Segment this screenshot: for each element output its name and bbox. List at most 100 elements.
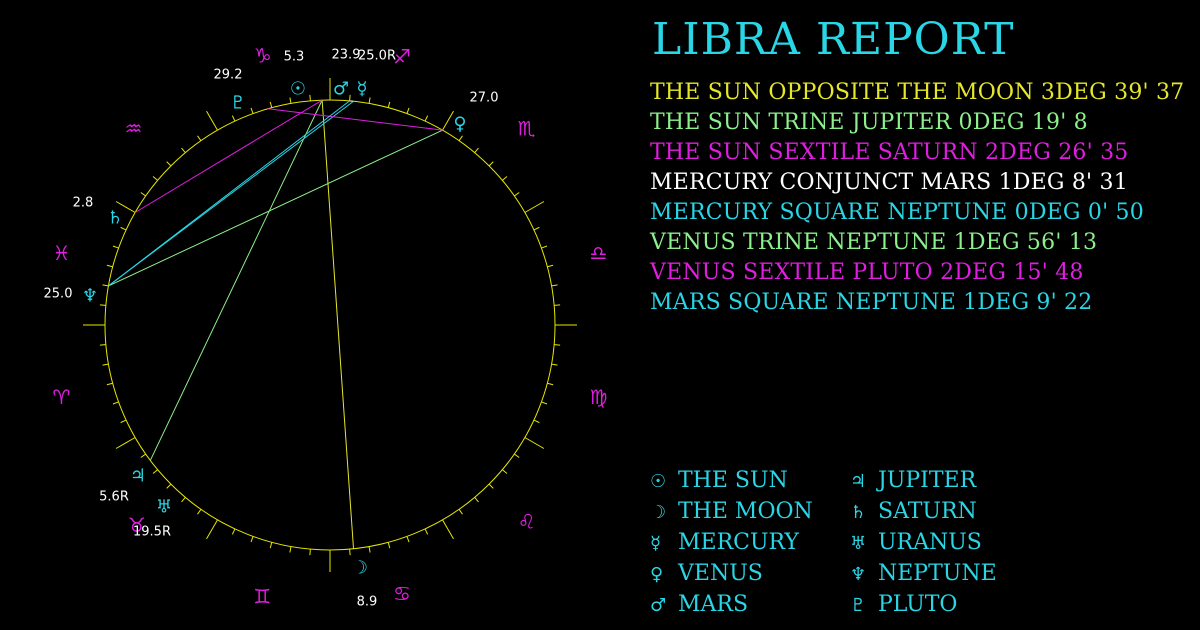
uranus-icon: ♅: [156, 497, 172, 518]
uranus-degree-label: 19.5R: [133, 525, 171, 540]
degree-tick: [551, 284, 558, 287]
degree-tick: [442, 519, 454, 540]
degree-tick: [458, 509, 463, 515]
aspect-line-sun-moon: [321, 100, 355, 549]
legend-label: SATURN: [878, 499, 977, 524]
degree-tick: [349, 549, 351, 556]
legend-item: ☽ THE MOON: [650, 497, 850, 528]
pluto-icon: ♇: [850, 595, 867, 616]
degree-tick: [551, 363, 558, 366]
degree-tick: [181, 147, 186, 153]
degree-tick: [514, 453, 520, 458]
degree-tick: [231, 115, 236, 122]
degree-tick: [474, 147, 479, 153]
degree-tick: [541, 401, 548, 405]
degree-tick: [424, 528, 429, 535]
aspect-line-venus-neptune: [108, 129, 443, 287]
degree-tick: [152, 176, 158, 181]
planet-legend: ☉ THE SUN ♃ JUPITER ☽ THE MOON ♄ SATURN ☿ MER…: [650, 466, 1050, 621]
venus-icon: ♀: [453, 114, 466, 135]
natal-chart-wheel: ♑ ♐♏♎♍♌♋♊♉♈♓♒ ☉5.3♂23.9☿25.0R♇29.2♀27.0♄2…: [44, 43, 608, 610]
degree-tick: [120, 419, 127, 424]
degree-tick: [206, 519, 218, 540]
mercury-icon: ☿: [650, 533, 662, 554]
legend-item: ♀ VENUS: [650, 559, 850, 590]
legend-label: THE SUN: [678, 468, 788, 493]
legend-item: ♇ PLUTO: [850, 590, 1050, 621]
saturn-icon: ♄: [107, 208, 123, 229]
saturn-icon: ♄: [850, 502, 867, 523]
legend-item: ♆ NEPTUNE: [850, 559, 1050, 590]
legend-item: ☿ MERCURY: [650, 528, 850, 559]
aspect-line-sun-jupiter: [149, 99, 323, 461]
pluto-icon: ♇: [230, 93, 246, 114]
aspect-lines: [108, 99, 443, 549]
legend-label: NEPTUNE: [878, 561, 997, 586]
jupiter-degree-label: 5.6R: [99, 490, 129, 505]
degree-tick: [406, 107, 410, 114]
degree-tick: [166, 483, 172, 489]
planet-markers: ☉ 5.3 ♂ 23.9 ☿ 25.0R ♇ 29.2 ♀ 27.0 ♄ 2.8 ♆ 25.0 ♃5.6R ♅…: [44, 48, 499, 610]
legend-label: MERCURY: [678, 530, 799, 555]
aries-icon: ♈: [53, 385, 71, 409]
cancer-icon: ♋: [393, 582, 411, 606]
chart-circle: [104, 99, 556, 551]
legend-label: MARS: [678, 592, 749, 617]
degree-tick: [112, 245, 119, 249]
legend-label: URANUS: [878, 530, 982, 555]
degree-tick: [424, 115, 429, 122]
sun-degree-label: 5.3: [284, 50, 305, 65]
degree-tick: [140, 453, 146, 458]
aspect-item: VENUS SEXTILE PLUTO 2DEG 15' 48: [650, 260, 1084, 285]
legend-label: THE MOON: [678, 499, 813, 524]
legend-label: VENUS: [678, 561, 763, 586]
legend-label: JUPITER: [878, 468, 977, 493]
degree-tick: [102, 363, 109, 366]
aspect-item: THE SUN OPPOSITE THE MOON 3DEG 39' 37: [650, 80, 1185, 105]
aspect-list: THE SUN OPPOSITE THE MOON 3DEG 39' 37 TH…: [650, 78, 1184, 318]
degree-tick: [541, 245, 548, 249]
degree-tick: [269, 542, 273, 549]
degree-tick: [269, 101, 273, 108]
legend-item: ♃ JUPITER: [850, 466, 1050, 497]
degree-tick: [547, 264, 554, 268]
jupiter-icon: ♃: [850, 471, 867, 492]
degree-tick: [368, 97, 371, 104]
moon-icon: ☽: [650, 502, 667, 523]
aspect-item: THE SUN SEXTILE SATURN 2DEG 26' 35: [650, 140, 1129, 165]
mercury-icon: ☿: [356, 79, 367, 100]
neptune-icon: ♆: [82, 286, 98, 307]
degree-tick: [502, 469, 508, 474]
degree-tick: [140, 192, 146, 197]
degree-tick: [309, 549, 311, 556]
degree-tick: [106, 382, 113, 386]
degree-tick: [349, 94, 351, 101]
mars-icon: ♂: [333, 79, 349, 100]
aspect-item: THE SUN TRINE JUPITER 0DEG 19' 8: [650, 110, 1088, 135]
degree-tick: [152, 469, 158, 474]
pisces-icon: ♓: [53, 241, 71, 265]
gemini-icon: ♊: [253, 585, 271, 609]
uranus-icon: ♅: [850, 533, 867, 554]
degree-tick: [99, 304, 106, 306]
aquarius-icon: ♒: [124, 116, 142, 140]
degree-tick: [115, 437, 136, 449]
aspect-line-venus-pluto: [267, 108, 443, 131]
moon-icon: ☽: [352, 558, 368, 579]
legend-item: ♂ MARS: [650, 590, 850, 621]
degree-tick: [231, 528, 236, 535]
mars-icon: ♂: [650, 595, 667, 616]
degree-tick: [112, 401, 119, 405]
aspect-item: MERCURY CONJUNCT MARS 1DEG 8' 31: [650, 170, 1128, 195]
degree-tick: [547, 382, 554, 386]
neptune-degree-label: 25.0: [44, 287, 73, 302]
degree-tick: [502, 176, 508, 181]
venus-degree-label: 27.0: [470, 91, 499, 106]
degree-tick: [488, 483, 494, 489]
degree-tick: [442, 110, 454, 131]
degree-tick: [181, 497, 186, 503]
degree-tick: [524, 201, 545, 213]
degree-tick: [99, 344, 106, 346]
legend-item: ♅ URANUS: [850, 528, 1050, 559]
neptune-icon: ♆: [850, 564, 867, 585]
